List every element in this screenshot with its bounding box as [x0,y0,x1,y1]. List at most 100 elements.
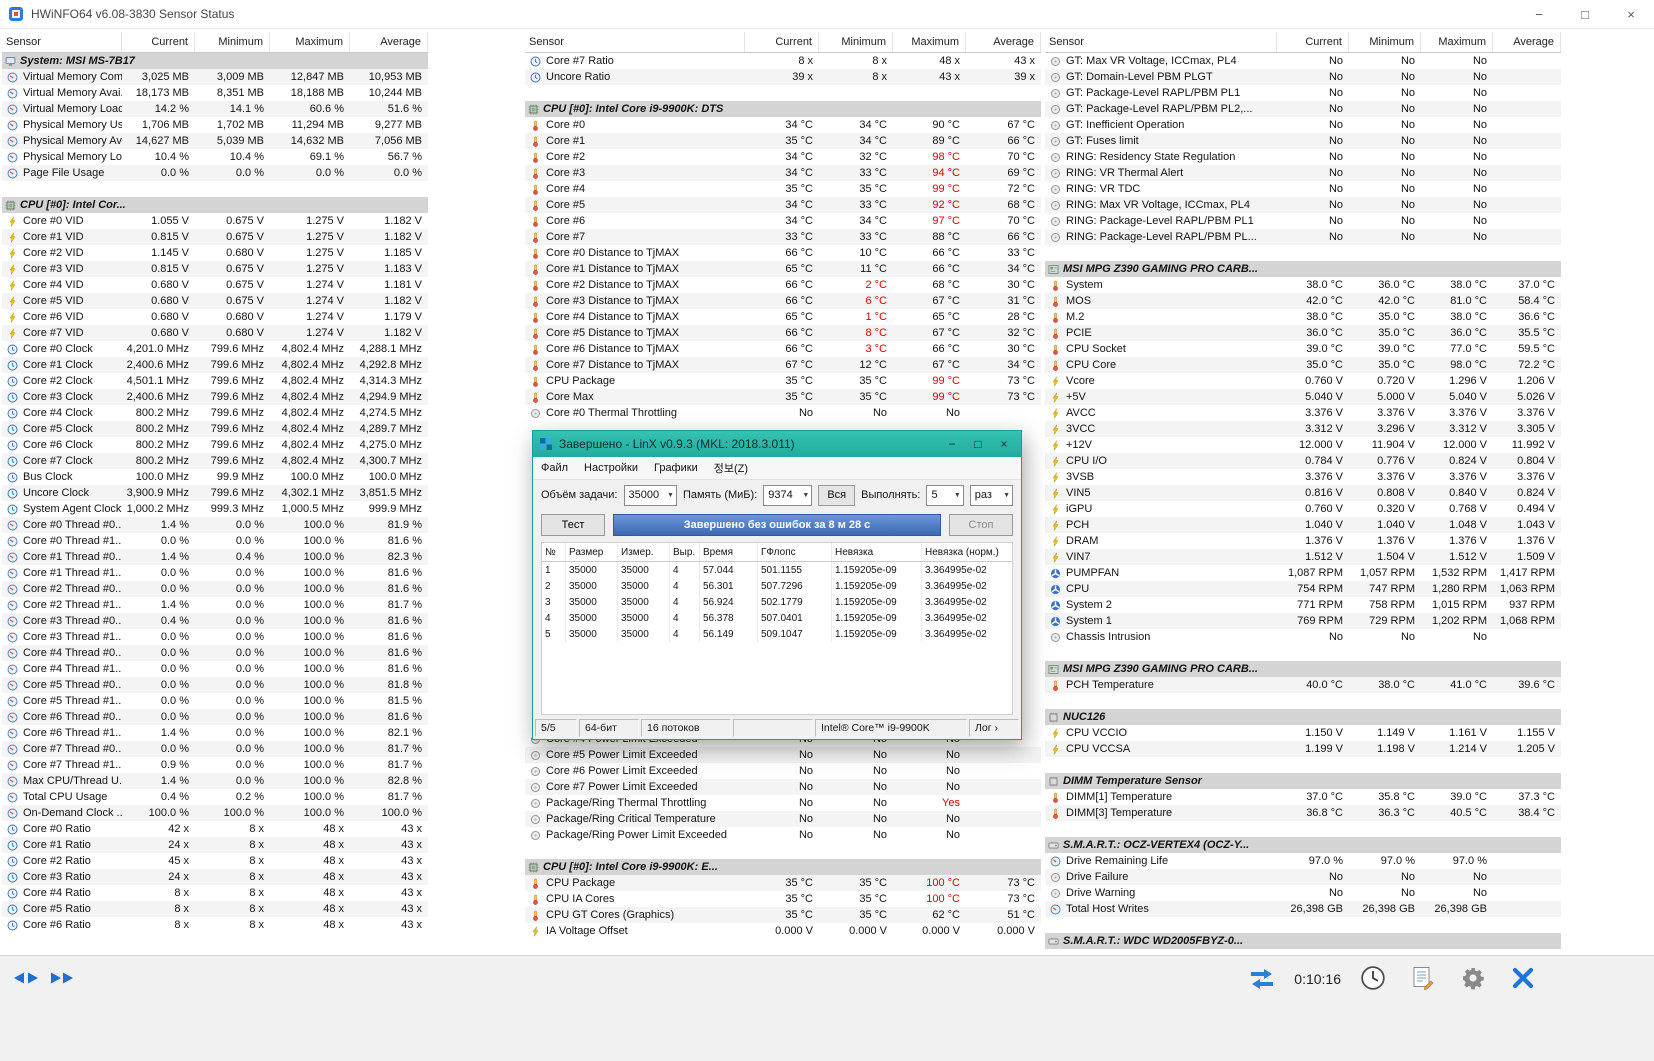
sensor-row[interactable]: DIMM[1] Temperature 37.0 °C 35.8 °C 39.0 °C… [1045,789,1561,805]
sensor-row[interactable]: Bus Clock 100.0 MHz 99.9 MHz 100.0 MHz 100.0… [2,469,428,485]
sensor-row[interactable]: Core #3 Distance to TjMAX 66 °C 6 °C 67 °C 3… [525,293,1041,309]
sensor-row[interactable]: 3VSB 3.376 V 3.376 V 3.376 V 3.376 V [1045,469,1561,485]
sensor-row[interactable]: Virtual Memory Load 14.2 % 14.1 % 60.6 % 51.… [2,101,428,117]
exit-button[interactable] [1505,962,1541,996]
stop-button[interactable]: Стоп [949,514,1013,536]
sensor-group-header[interactable]: NUC126 [1045,709,1561,725]
sensor-row[interactable]: Drive Failure No No No [1045,869,1561,885]
sensor-group-header[interactable]: S.M.A.R.T.: OCZ-VERTEX4 (OCZ-Y... [1045,837,1561,853]
sensor-row[interactable]: Core #6 Power Limit Exceeded No No No [525,763,1041,779]
swap-arrows-button[interactable] [1244,962,1280,996]
sensor-row[interactable]: CPU Package 35 °C 35 °C 100 °C 73 °C [525,875,1041,891]
sensor-row[interactable]: +5V 5.040 V 5.000 V 5.040 V 5.026 V [1045,389,1561,405]
sensor-row[interactable]: GT: Package-Level RAPL/PBM PL2,... No No No [1045,101,1561,117]
linx-minimize-button[interactable]: − [939,433,965,455]
sensor-row[interactable]: GT: Domain-Level PBM PLGT No No No [1045,69,1561,85]
test-button[interactable]: Тест [541,514,605,536]
sensor-row[interactable]: System 1 769 RPM 729 RPM 1,202 RPM 1,068 RPM [1045,613,1561,629]
sensor-row[interactable]: Core #1 35 °C 34 °C 89 °C 66 °C [525,133,1041,149]
sensor-row[interactable]: Vcore 0.760 V 0.720 V 1.296 V 1.206 V [1045,373,1561,389]
sensor-row[interactable]: RING: Package-Level RAPL/PBM PL... No No No [1045,229,1561,245]
sensor-row[interactable]: GT: Package-Level RAPL/PBM PL1 No No No [1045,85,1561,101]
sensor-row[interactable]: System 2 771 RPM 758 RPM 1,015 RPM 937 RPM [1045,597,1561,613]
sensor-group-header[interactable]: S.M.A.R.T.: WDC WD2005FBYZ-0... [1045,933,1561,949]
sensor-row[interactable]: Core #4 Clock 800.2 MHz 799.6 MHz 4,802.4 M… [2,405,428,421]
menu-graphs[interactable]: Графики [654,462,698,474]
sensor-group-header[interactable]: CPU [#0]: Intel Core i9-9900K: DTS [525,101,1041,117]
close-button[interactable]: × [1608,0,1654,28]
sensor-group-header[interactable]: System: MSI MS-7B17 [2,53,428,69]
maximize-button[interactable]: □ [1562,0,1608,28]
sensor-row[interactable]: Virtual Memory Avai... 18,173 MB 8,351 MB 1… [2,85,428,101]
sensor-row[interactable]: PUMPFAN 1,087 RPM 1,057 RPM 1,532 RPM 1,417 … [1045,565,1561,581]
sensor-row[interactable]: VIN7 1.512 V 1.504 V 1.512 V 1.509 V [1045,549,1561,565]
sensor-row[interactable]: Core #4 Thread #1... 0.0 % 0.0 % 100.0 % 81.… [2,661,428,677]
sensor-row[interactable]: M.2 38.0 °C 35.0 °C 38.0 °C 36.6 °C [1045,309,1561,325]
sensor-row[interactable]: Core #0 Ratio 42 x 8 x 48 x 43 x [2,821,428,837]
sensor-row[interactable]: Core #6 Distance to TjMAX 66 °C 3 °C 66 °C 3… [525,341,1041,357]
sensor-row[interactable]: CPU 754 RPM 747 RPM 1,280 RPM 1,063 RPM [1045,581,1561,597]
sensor-row[interactable]: Core #4 Distance to TjMAX 65 °C 1 °C 65 °C 2… [525,309,1041,325]
sensor-row[interactable]: Uncore Ratio 39 x 8 x 43 x 39 x [525,69,1041,85]
sensor-group-header[interactable]: CPU [#0]: Intel Core i9-9900K: E... [525,859,1041,875]
sensor-row[interactable]: Drive Warning No No No [1045,885,1561,901]
menu-settings[interactable]: Настройки [584,462,638,474]
sensor-row[interactable]: CPU GT Cores (Graphics) 35 °C 35 °C 62 °C 51… [525,907,1041,923]
sensor-row[interactable]: Core #6 Ratio 8 x 8 x 48 x 43 x [2,917,428,933]
linx-close-button[interactable]: × [991,433,1017,455]
sensor-row[interactable]: Drive Remaining Life 97.0 % 97.0 % 97.0 % [1045,853,1561,869]
log-button[interactable]: Лог › [969,719,1019,737]
minimize-button[interactable]: − [1516,0,1562,28]
sensor-row[interactable]: Core #3 Clock 2,400.6 MHz 799.6 MHz 4,802.4… [2,389,428,405]
sensor-row[interactable]: On-Demand Clock ... 100.0 % 100.0 % 100.0 %… [2,805,428,821]
sensor-row[interactable]: Core #1 VID 0.815 V 0.675 V 1.275 V 1.182 V [2,229,428,245]
sensor-row[interactable]: Core #0 Thermal Throttling No No No [525,405,1041,421]
sensor-row[interactable]: IA Voltage Offset 0.000 V 0.000 V 0.000 V 0.… [525,923,1041,939]
sensor-row[interactable]: CPU VCCSA 1.199 V 1.198 V 1.214 V 1.205 V [1045,741,1561,757]
sensor-row[interactable]: Core #0 34 °C 34 °C 90 °C 67 °C [525,117,1041,133]
sensor-row[interactable]: Core #0 VID 1.055 V 0.675 V 1.275 V 1.182 V [2,213,428,229]
sensor-row[interactable]: Core #0 Thread #1... 0.0 % 0.0 % 100.0 % 81.… [2,533,428,549]
sensor-row[interactable]: Total Host Writes 26,398 GB 26,398 GB 26,39… [1045,901,1561,917]
sensor-row[interactable]: Core #7 VID 0.680 V 0.680 V 1.274 V 1.182 V [2,325,428,341]
sensor-row[interactable]: Core #5 Distance to TjMAX 66 °C 8 °C 67 °C 3… [525,325,1041,341]
report-button[interactable] [1405,962,1441,996]
sensor-row[interactable]: Core #7 33 °C 33 °C 88 °C 66 °C [525,229,1041,245]
sensor-row[interactable]: Core #7 Thread #0... 0.0 % 0.0 % 100.0 % 81.… [2,741,428,757]
sensor-row[interactable]: Core #3 34 °C 33 °C 94 °C 69 °C [525,165,1041,181]
sensor-row[interactable]: Core #7 Power Limit Exceeded No No No [525,779,1041,795]
sensor-row[interactable]: 3VCC 3.312 V 3.296 V 3.312 V 3.305 V [1045,421,1561,437]
sensor-row[interactable]: Max CPU/Thread U... 1.4 % 0.0 % 100.0 % 82.8… [2,773,428,789]
nav-forward-button[interactable] [44,962,80,996]
sensor-row[interactable]: Core #2 34 °C 32 °C 98 °C 70 °C [525,149,1041,165]
sensor-row[interactable]: Core #5 Thread #1... 0.0 % 0.0 % 100.0 % 81.… [2,693,428,709]
sensor-row[interactable]: GT: Max VR Voltage, ICCmax, PL4 No No No [1045,53,1561,69]
sensor-row[interactable]: Core #3 VID 0.815 V 0.675 V 1.275 V 1.183 V [2,261,428,277]
sensor-row[interactable]: Core #1 Clock 2,400.6 MHz 799.6 MHz 4,802.4… [2,357,428,373]
sensor-row[interactable]: VIN5 0.816 V 0.808 V 0.840 V 0.824 V [1045,485,1561,501]
sensor-row[interactable]: RING: VR Thermal Alert No No No [1045,165,1561,181]
run-count-select[interactable]: 5 ▼ [926,484,964,506]
sensor-group-header[interactable]: MSI MPG Z390 GAMING PRO CARB... [1045,661,1561,677]
sensor-row[interactable]: Page File Usage 0.0 % 0.0 % 0.0 % 0.0 % [2,165,428,181]
sensor-row[interactable]: Core #2 Thread #0... 0.0 % 0.0 % 100.0 % 81.… [2,581,428,597]
sensor-row[interactable]: Core #0 Clock 4,201.0 MHz 799.6 MHz 4,802.4… [2,341,428,357]
clock-button[interactable] [1355,962,1391,996]
sensor-row[interactable]: Core #5 Power Limit Exceeded No No No [525,747,1041,763]
sensor-row[interactable]: Core #1 Distance to TjMAX 65 °C 11 °C 66 °C… [525,261,1041,277]
sensor-row[interactable]: Uncore Clock 3,900.9 MHz 799.6 MHz 4,302.1 … [2,485,428,501]
sensor-row[interactable]: CPU Socket 39.0 °C 39.0 °C 77.0 °C 59.5 °C [1045,341,1561,357]
sensor-row[interactable]: Core #0 Thread #0... 1.4 % 0.0 % 100.0 % 81.… [2,517,428,533]
sensor-row[interactable]: Core #6 34 °C 34 °C 97 °C 70 °C [525,213,1041,229]
sensor-row[interactable]: Core #5 34 °C 33 °C 92 °C 68 °C [525,197,1041,213]
sensor-row[interactable]: Core #5 Thread #0... 0.0 % 0.0 % 100.0 % 81.… [2,677,428,693]
linx-titlebar[interactable]: Завершено - LinX v0.9.3 (MKL: 2018.3.011… [533,431,1021,457]
settings-button[interactable] [1455,962,1491,996]
sensor-row[interactable]: Core #1 Ratio 24 x 8 x 48 x 43 x [2,837,428,853]
sensor-row[interactable]: DRAM 1.376 V 1.376 V 1.376 V 1.376 V [1045,533,1561,549]
sensor-row[interactable]: CPU IA Cores 35 °C 35 °C 100 °C 73 °C [525,891,1041,907]
sensor-row[interactable]: Core #4 VID 0.680 V 0.675 V 1.274 V 1.181 V [2,277,428,293]
sensor-row[interactable]: +12V 12.000 V 11.904 V 12.000 V 11.992 V [1045,437,1561,453]
sensor-row[interactable]: CPU Core 35.0 °C 35.0 °C 98.0 °C 72.2 °C [1045,357,1561,373]
sensor-row[interactable]: Core #2 Ratio 45 x 8 x 48 x 43 x [2,853,428,869]
